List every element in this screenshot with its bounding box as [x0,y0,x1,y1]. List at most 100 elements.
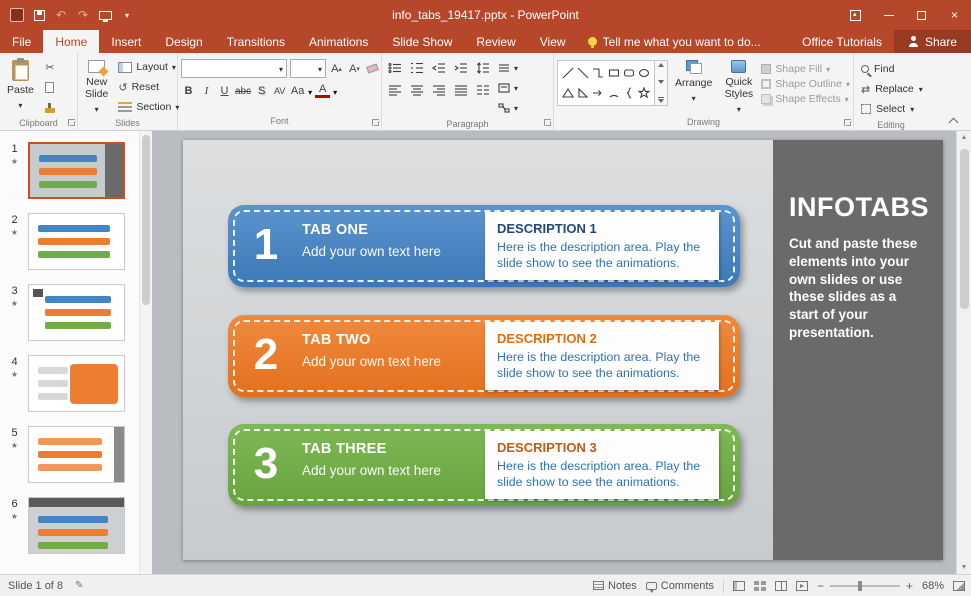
font-dialog-launcher-icon[interactable] [372,119,379,126]
share-button[interactable]: Share [894,30,971,53]
numbering-button[interactable] [407,59,426,77]
vertical-scrollbar[interactable]: ▲ ▼ [956,131,971,574]
paste-dropdown-icon[interactable] [18,99,22,111]
collapse-ribbon-button[interactable] [947,114,961,126]
arrange-button[interactable]: Arrange [671,56,716,115]
normal-view-button[interactable] [733,581,745,591]
font-name-combo[interactable] [181,59,287,78]
italic-button[interactable]: I [199,82,214,100]
select-button[interactable]: Select [857,100,927,118]
slide-canvas[interactable]: 1 TAB ONE Add your own text here DESCRIP… [183,140,943,560]
shape-elbow-icon[interactable] [592,67,604,79]
customize-qat-button[interactable] [120,6,134,24]
description-box[interactable]: DESCRIPTION 2 Here is the description ar… [485,322,719,390]
undo-button[interactable]: ↶ [54,6,68,24]
grow-font-button[interactable]: A [329,60,344,78]
text-direction-button[interactable] [495,59,521,77]
shape-rectangle-icon[interactable] [608,67,620,79]
gallery-scroll-up-icon[interactable] [658,63,664,67]
shape-star-icon[interactable] [638,87,650,99]
ribbon-display-options-button[interactable] [839,0,872,30]
notes-button[interactable]: Notes [593,580,637,592]
clear-formatting-button[interactable] [365,60,380,78]
shape-line2-icon[interactable] [577,67,589,79]
comments-button[interactable]: Comments [646,580,714,592]
quick-styles-button[interactable]: Quick Styles [719,56,758,115]
columns-button[interactable] [473,81,492,99]
character-spacing-button[interactable]: AV [272,82,287,100]
tab-insert[interactable]: Insert [99,30,153,53]
increase-indent-button[interactable] [451,59,470,77]
slide-thumbnail-1[interactable]: 1★ [0,142,139,199]
tab-home[interactable]: Home [43,30,99,53]
underline-button[interactable]: U [217,82,232,100]
zoom-out-button[interactable]: − [817,579,824,593]
tab-design[interactable]: Design [153,30,214,53]
align-left-button[interactable] [385,81,404,99]
zoom-slider-thumb[interactable] [858,581,862,591]
fit-to-window-button[interactable] [953,581,965,591]
line-spacing-button[interactable] [473,59,492,77]
copy-button[interactable] [41,78,59,96]
slide-thumbnail-3[interactable]: 3★ [0,284,139,341]
gallery-scroll-down-icon[interactable] [658,80,664,84]
shape-oval-icon[interactable] [638,67,650,79]
scrollbar-thumb[interactable] [960,149,969,309]
section-button[interactable]: Section [115,98,182,116]
gallery-more-icon[interactable] [658,97,664,103]
justify-button[interactable] [451,81,470,99]
close-button[interactable]: × [938,0,971,30]
powerpoint-app-icon[interactable] [10,8,24,22]
new-slide-button[interactable]: New Slide [81,56,112,116]
scroll-up-icon[interactable]: ▲ [961,134,968,141]
save-button[interactable] [32,6,46,24]
new-slide-dropdown-icon[interactable] [95,103,99,115]
font-color-button[interactable]: A [315,84,330,98]
description-box[interactable]: DESCRIPTION 1 Here is the description ar… [485,212,719,280]
maximize-button[interactable] [905,0,938,30]
zoom-in-button[interactable]: + [906,579,913,593]
slide-thumbnail-4[interactable]: 4★ [0,355,139,412]
paste-button[interactable]: Paste [3,56,38,116]
minimize-button[interactable] [872,0,905,30]
align-right-button[interactable] [429,81,448,99]
align-center-button[interactable] [407,81,426,99]
smartart-button[interactable] [495,99,521,117]
slide-sorter-view-button[interactable] [754,581,766,591]
tab-two-shape[interactable]: 2 TAB TWO Add your own text here DESCRIP… [228,315,740,397]
tab-three-shape[interactable]: 3 TAB THREE Add your own text here DESCR… [228,424,740,506]
tab-one-shape[interactable]: 1 TAB ONE Add your own text here DESCRIP… [228,205,740,287]
change-case-button[interactable]: Aa [290,82,305,100]
reset-button[interactable]: ↺Reset [115,78,182,96]
find-button[interactable]: Find [857,60,927,78]
shape-brace-icon[interactable] [623,87,635,99]
cut-button[interactable]: ✂ [41,58,59,76]
replace-button[interactable]: ⇄Replace [857,80,927,98]
tab-office-tutorials[interactable]: Office Tutorials [790,30,894,53]
text-shadow-button[interactable]: S [254,82,269,100]
bold-button[interactable]: B [181,82,196,100]
slide-thumbnail-5[interactable]: 5★ [0,426,139,483]
format-painter-button[interactable] [41,98,59,116]
drawing-dialog-launcher-icon[interactable] [844,119,851,126]
font-size-combo[interactable] [290,59,326,78]
shape-triangle-icon[interactable] [562,87,574,99]
shape-fill-button[interactable]: Shape Fill [761,63,850,75]
layout-button[interactable]: Layout [115,58,182,76]
scroll-down-icon[interactable]: ▼ [961,564,968,571]
info-side-panel[interactable]: INFOTABS Cut and paste these elements in… [773,140,943,560]
strikethrough-button[interactable]: abc [235,82,251,100]
shrink-font-button[interactable]: A [347,60,362,78]
redo-button[interactable]: ↷ [76,6,90,24]
start-slideshow-button[interactable] [98,6,112,24]
tab-animations[interactable]: Animations [297,30,380,53]
shape-outline-button[interactable]: Shape Outline [761,78,850,90]
slide-thumbnail-2[interactable]: 2★ [0,213,139,270]
tab-slide-show[interactable]: Slide Show [380,30,464,53]
bullets-button[interactable] [385,59,404,77]
tab-transitions[interactable]: Transitions [215,30,297,53]
thumbnail-panel-scrollbar[interactable] [140,131,152,574]
tab-file[interactable]: File [0,30,43,53]
slide-thumbnail-6[interactable]: 6★ [0,497,139,554]
zoom-level[interactable]: 68% [922,580,944,592]
